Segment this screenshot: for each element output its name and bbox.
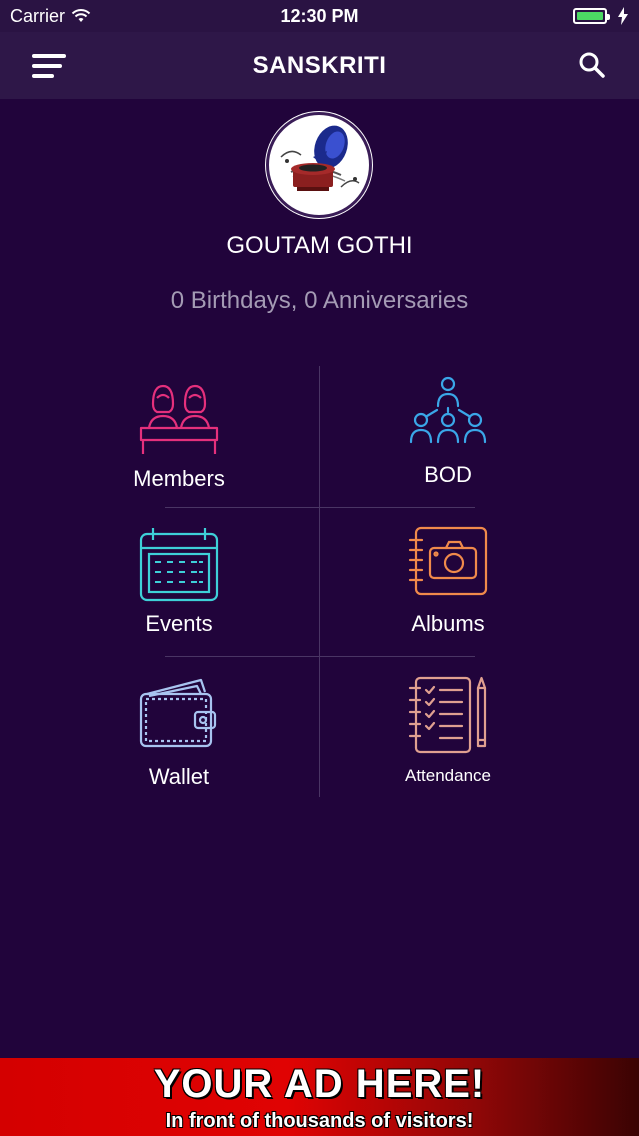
events-label: Events [145, 611, 213, 636]
wallet-tile[interactable]: Wallet [69, 672, 289, 812]
wallet-icon [139, 678, 217, 748]
members-tile[interactable]: Members [69, 370, 289, 510]
nav-bar: SANSKRITI [0, 32, 639, 99]
calendar-icon [139, 528, 219, 602]
grid-divider-vertical [319, 366, 320, 797]
app-screen: Carrier 12:30 PM SANSKRITI GOUTAM GOTHI … [0, 0, 639, 1136]
status-bar: Carrier 12:30 PM [0, 0, 639, 32]
members-icon [139, 384, 219, 454]
gramophone-icon [280, 125, 360, 191]
attendance-tile[interactable]: Attendance [338, 672, 558, 812]
avatar[interactable] [266, 112, 372, 218]
hierarchy-icon [409, 376, 487, 444]
albums-tile[interactable]: Albums [338, 520, 558, 660]
bod-tile[interactable]: BOD [338, 370, 558, 510]
camera-album-icon [408, 526, 488, 596]
albums-label: Albums [411, 611, 485, 636]
attendance-label: Attendance [404, 766, 491, 785]
wallet-label: Wallet [148, 764, 210, 789]
page-title: SANSKRITI [252, 51, 387, 79]
checklist-icon [408, 676, 487, 754]
ad-banner[interactable]: YOUR AD HERE! In front of thousands of v… [0, 1058, 639, 1136]
bod-label: BOD [424, 462, 472, 487]
members-label: Members [133, 466, 225, 491]
search-icon[interactable] [577, 50, 607, 80]
ad-title: YOUR AD HERE! [153, 1062, 486, 1106]
ad-subtitle: In front of thousands of visitors! [165, 1110, 474, 1132]
hamburger-menu-icon[interactable] [30, 52, 68, 80]
events-tile[interactable]: Events [69, 520, 289, 660]
profile-name: GOUTAM GOTHI [226, 232, 413, 259]
battery-icon [573, 8, 610, 24]
status-time: 12:30 PM [280, 6, 359, 26]
profile-summary: 0 Birthdays, 0 Anniversaries [170, 287, 469, 314]
